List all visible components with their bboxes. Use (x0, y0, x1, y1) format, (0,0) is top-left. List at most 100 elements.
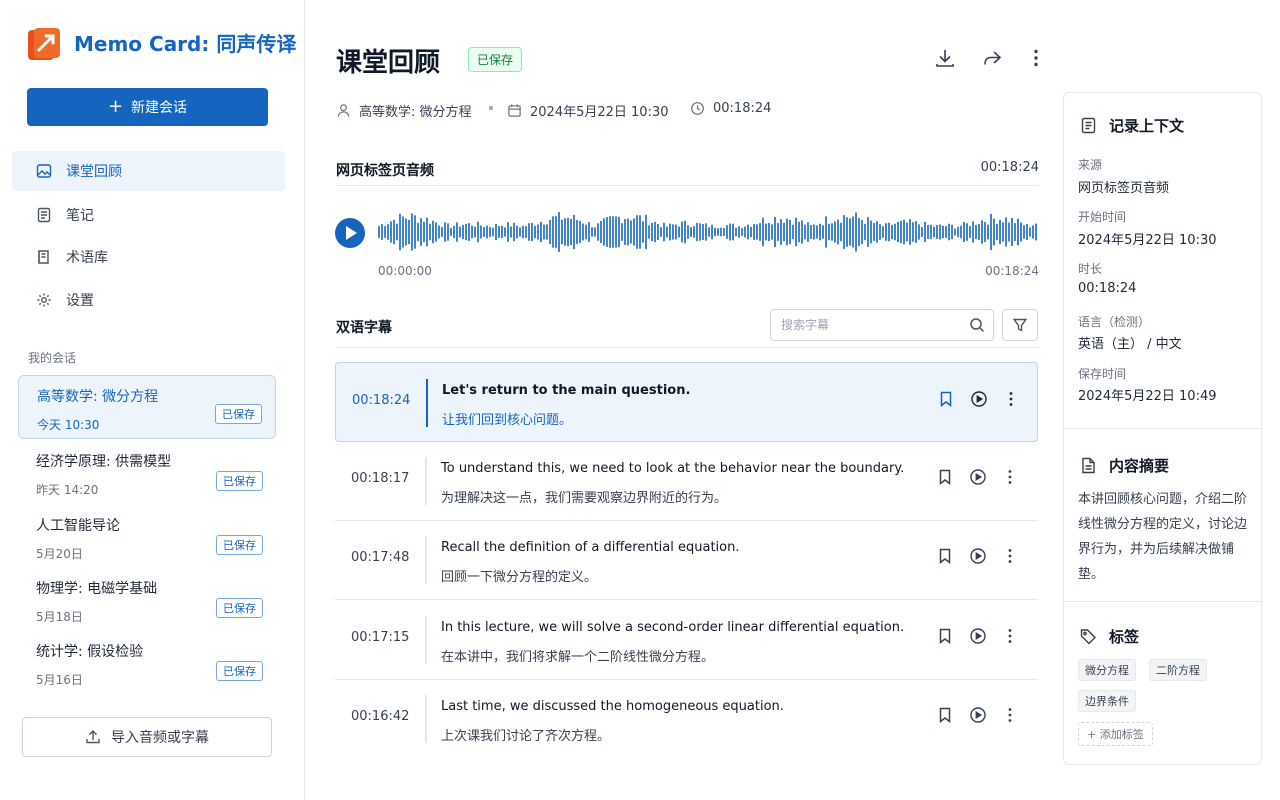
more-vertical-icon[interactable] (1024, 46, 1048, 70)
nav-item-settings[interactable]: 设置 (12, 280, 285, 320)
summary-text: 本讲回顾核心问题，介绍二阶线性微分方程的定义，讨论边界行为，并为后续解决做铺垫。 (1078, 492, 1248, 582)
subtitle-english: Recall the definition of a differential … (441, 540, 740, 555)
context-key: 语言（检测） (1078, 315, 1151, 329)
nav-item-notes[interactable]: 笔记 (12, 195, 285, 235)
divider (336, 347, 1039, 348)
document-icon (1081, 117, 1096, 134)
add-tag-label: 添加标签 (1099, 728, 1144, 741)
audio-end-time: 00:18:24 (985, 264, 1039, 278)
more-vertical-icon[interactable] (1002, 390, 1020, 408)
play-circle-icon[interactable] (970, 390, 988, 408)
add-tag-button[interactable]: + 添加标签 (1078, 722, 1153, 746)
tag-chip[interactable]: 微分方程 (1078, 659, 1136, 681)
subtitle-row[interactable]: 00:17:48 Recall the definition of a diff… (335, 520, 1038, 600)
nav-item-label: 术语库 (66, 250, 108, 266)
share-icon[interactable] (980, 46, 1004, 70)
more-vertical-icon[interactable] (1001, 627, 1019, 645)
subtitle-row[interactable]: 00:18:17 To understand this, we need to … (335, 441, 1038, 521)
session-item[interactable]: 经济学原理: 供需模型 昨天 14:20 已保存 (18, 441, 276, 505)
subtitle-divider (425, 536, 427, 584)
divider (1064, 601, 1261, 602)
subtitle-search-input[interactable] (770, 309, 994, 341)
bookmark-icon[interactable] (937, 390, 955, 408)
subtitle-english: Last time, we discussed the homogeneous … (441, 699, 784, 714)
status-badge: 已保存 (468, 47, 523, 72)
meta-course-text: 高等数学: 微分方程 (359, 105, 472, 120)
subtitle-row[interactable]: 00:16:42 Last time, we discussed the hom… (335, 679, 1038, 759)
subtitle-english: To understand this, we need to look at t… (441, 461, 905, 476)
session-title: 经济学原理: 供需模型 (36, 454, 172, 470)
play-circle-icon[interactable] (969, 706, 987, 724)
subtitle-time: 00:18:17 (351, 471, 410, 486)
audio-waveform[interactable] (378, 208, 1038, 256)
more-vertical-icon[interactable] (1001, 468, 1019, 486)
book-icon (38, 250, 49, 264)
tag-chip[interactable]: 边界条件 (1078, 690, 1136, 712)
tag-icon (1080, 629, 1096, 645)
meta-date: 2024年5月22日 10:30 (507, 101, 669, 120)
context-value: 英语（主） / 中文 (1078, 337, 1182, 352)
play-button[interactable] (335, 218, 365, 248)
document-icon (1082, 457, 1095, 474)
import-button[interactable]: 导入音频或字幕 (22, 717, 272, 757)
session-title: 人工智能导论 (36, 518, 120, 534)
nav-item-label: 笔记 (66, 208, 94, 224)
subtitle-english: In this lecture, we will solve a second-… (441, 620, 905, 635)
subtitle-divider (425, 616, 427, 664)
context-value: 网页标签页音频 (1078, 181, 1170, 196)
bookmark-icon[interactable] (936, 547, 954, 565)
play-circle-icon[interactable] (969, 547, 987, 565)
play-circle-icon[interactable] (969, 627, 987, 645)
plus-icon: + (107, 96, 124, 117)
subtitle-chinese: 上次课我们讨论了齐次方程。 (441, 729, 611, 744)
filter-icon (1012, 318, 1028, 332)
upload-icon (86, 730, 100, 744)
session-item[interactable]: 高等数学: 微分方程 今天 10:30 已保存 (18, 375, 276, 439)
bookmark-icon[interactable] (936, 627, 954, 645)
context-value: 2024年5月22日 10:30 (1078, 233, 1217, 248)
bookmark-icon[interactable] (936, 706, 954, 724)
more-vertical-icon[interactable] (1001, 706, 1019, 724)
audio-duration: 00:18:24 (980, 160, 1039, 175)
session-item[interactable]: 统计学: 假设检验 5月16日 已保存 (18, 631, 276, 695)
context-value: 2024年5月22日 10:49 (1078, 389, 1217, 404)
session-item[interactable]: 人工智能导论 5月20日 已保存 (18, 505, 276, 569)
nav-item-review[interactable]: 课堂回顾 (12, 151, 285, 191)
subtitle-time: 00:16:42 (351, 709, 410, 724)
divider (336, 185, 1039, 186)
subtitle-time: 00:17:48 (351, 550, 410, 565)
saved-badge: 已保存 (216, 471, 263, 491)
download-icon[interactable] (933, 46, 957, 70)
bookmark-icon[interactable] (936, 468, 954, 486)
saved-badge: 已保存 (216, 661, 263, 681)
app-title: Memo Card: 同声传译 (74, 32, 297, 56)
tags-header: 标签 (1080, 626, 1139, 647)
saved-badge: 已保存 (216, 598, 263, 618)
search-icon[interactable] (969, 317, 985, 333)
saved-badge: 已保存 (216, 535, 263, 555)
more-vertical-icon[interactable] (1001, 547, 1019, 565)
new-session-button[interactable]: + 新建会话 (27, 88, 268, 126)
plus-icon: + (1087, 728, 1097, 741)
session-item[interactable]: 物理学: 电磁学基础 5月18日 已保存 (18, 568, 276, 632)
subtitle-divider (426, 379, 428, 427)
meta-separator (489, 106, 493, 110)
context-key: 来源 (1078, 158, 1103, 172)
nav-item-glossary[interactable]: 术语库 (12, 237, 285, 277)
tag-chip[interactable]: 二阶方程 (1149, 659, 1207, 681)
subtitle-chinese: 在本讲中，我们将求解一个二阶线性微分方程。 (441, 650, 715, 665)
nav-item-label: 课堂回顾 (66, 164, 122, 180)
context-key: 保存时间 (1078, 367, 1127, 381)
session-title: 物理学: 电磁学基础 (36, 581, 158, 597)
meta-course: 高等数学: 微分方程 (336, 101, 472, 120)
subtitle-row[interactable]: 00:18:24 Let's return to the main questi… (335, 362, 1038, 442)
subtitle-divider (425, 457, 427, 505)
sidebar: Memo Card: 同声传译 + 新建会话 课堂回顾 笔记 术语库 设置 我的… (0, 0, 305, 800)
subtitle-chinese: 让我们回到核心问题。 (442, 413, 573, 428)
filter-button[interactable] (1002, 309, 1038, 341)
play-circle-icon[interactable] (969, 468, 987, 486)
subtitle-row[interactable]: 00:17:15 In this lecture, we will solve … (335, 600, 1038, 680)
page-title: 课堂回顾 (336, 48, 441, 78)
new-session-label: 新建会话 (131, 100, 188, 116)
calendar-icon (508, 104, 521, 117)
